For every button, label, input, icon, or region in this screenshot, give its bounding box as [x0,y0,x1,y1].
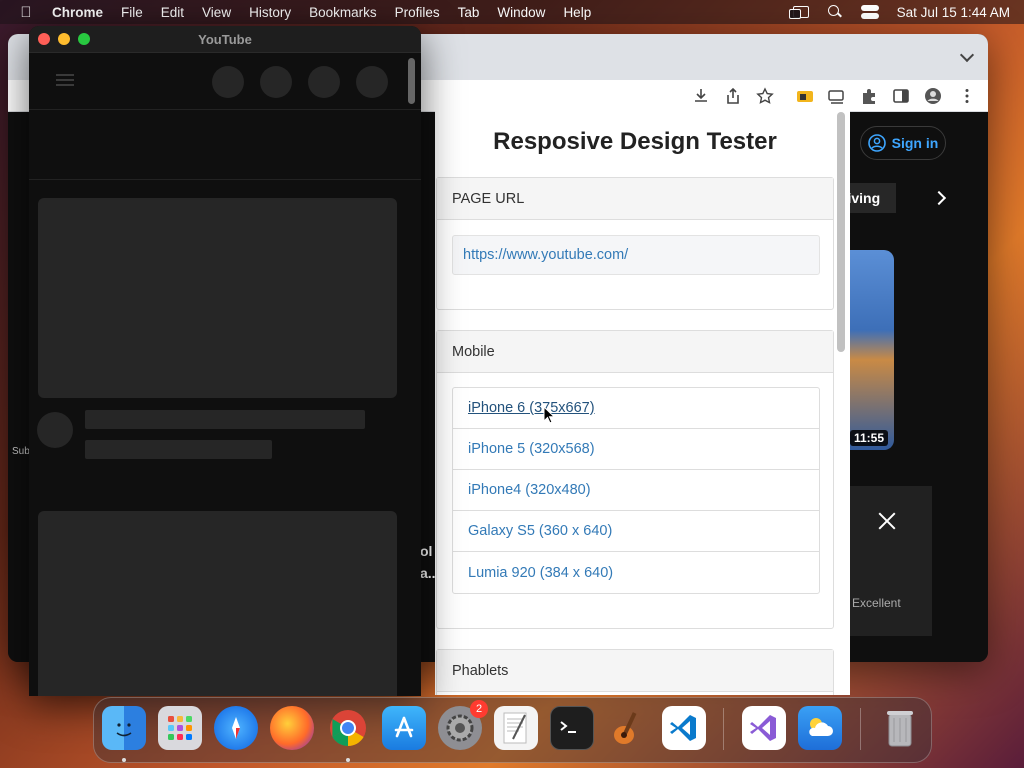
weather-icon[interactable] [798,706,842,750]
survey-rating-label[interactable]: Excellent [852,596,901,610]
menu-file[interactable]: File [121,5,143,20]
responsive-design-tester-popup: Resposive Design Tester PAGE URL https:/… [435,110,850,695]
page-url-card: PAGE URL https://www.youtube.com/ [436,177,834,310]
trash-icon[interactable] [878,706,922,750]
menu-bar-clock[interactable]: Sat Jul 15 1:44 AM [897,5,1010,20]
window-title-bar[interactable]: YouTube [29,26,421,53]
terminal-icon[interactable] [550,706,594,750]
visual-studio-icon[interactable] [742,706,786,750]
stage-manager-icon[interactable] [788,6,809,19]
dock: 2 [93,697,932,763]
header-placeholder-icon-1 [212,66,244,98]
chrome-icon[interactable] [326,706,370,750]
menu-bar:  Chrome File Edit View History Bookmark… [0,0,1024,24]
chrome-running-indicator [346,758,350,762]
menu-app-name[interactable]: Chrome [52,5,103,20]
finder-running-indicator [122,758,126,762]
bookmark-star-icon[interactable] [756,87,774,105]
control-center-icon[interactable] [860,5,879,19]
youtube-header-skeleton [29,54,421,110]
menu-help[interactable]: Help [563,5,591,20]
device-iphone-4[interactable]: iPhone4 (320x480) [453,470,819,511]
youtube-window-scrollbar[interactable] [408,58,415,104]
rdt-scrollbar[interactable] [837,112,845,352]
sign-in-button[interactable]: Sign in [860,126,946,160]
video-thumbnail-skeleton-2 [38,511,397,696]
profile-avatar-icon[interactable] [924,87,942,105]
menu-history[interactable]: History [249,5,291,20]
topic-chip[interactable]: riving [842,183,896,213]
chip-bar-skeleton [29,110,421,180]
device-iphone-6[interactable]: iPhone 6 (375x667) [453,388,819,429]
dock-separator-2 [860,708,861,750]
page-url-field[interactable]: https://www.youtube.com/ [452,235,820,275]
extensions-puzzle-icon[interactable] [860,87,878,105]
sidebar-partial-label: Sub [12,446,30,457]
account-circle-icon [867,134,886,152]
apple-menu-icon[interactable]:  [18,4,34,21]
settings-notification-badge: 2 [470,700,488,718]
video-thumbnail-skeleton [38,198,397,398]
garageband-icon[interactable] [606,706,650,750]
window-title: YouTube [198,32,252,47]
device-iphone-5[interactable]: iPhone 5 (320x568) [453,429,819,470]
extension-responsive-icon[interactable] [828,87,846,105]
device-galaxy-s5[interactable]: Galaxy S5 (360 x 640) [453,511,819,552]
phablets-card: Phablets [436,649,834,695]
close-icon[interactable] [878,512,896,530]
phablets-header[interactable]: Phablets [437,650,833,692]
vscode-icon[interactable] [662,706,706,750]
extension-rdt-icon[interactable] [796,87,814,105]
header-placeholder-icon-2 [260,66,292,98]
page-url-header: PAGE URL [437,178,833,220]
download-icon[interactable] [692,87,710,105]
video-duration-badge: 11:55 [850,430,889,446]
sign-in-label: Sign in [891,135,939,151]
mobile-header: Mobile [437,331,833,373]
header-placeholder-icon-3 [308,66,340,98]
app-store-icon[interactable] [382,706,426,750]
tab-search-chevron-icon[interactable] [959,47,975,63]
share-icon[interactable] [724,87,742,105]
video-title-skeleton [85,410,365,429]
menu-edit[interactable]: Edit [161,5,184,20]
menu-bookmarks[interactable]: Bookmarks [309,5,377,20]
video-meta-skeleton [85,440,272,459]
menu-profiles[interactable]: Profiles [395,5,440,20]
hamburger-menu-icon[interactable] [56,74,74,86]
system-settings-icon[interactable]: 2 [438,700,488,750]
textedit-icon[interactable] [494,706,538,750]
mobile-device-list: iPhone 6 (375x667) iPhone 5 (320x568) iP… [452,387,820,594]
mouse-pointer-icon [543,406,555,424]
finder-icon[interactable] [102,706,146,750]
menu-view[interactable]: View [202,5,231,20]
launchpad-icon[interactable] [158,706,202,750]
video-thumbnail[interactable] [850,250,894,450]
side-panel-icon[interactable] [892,87,910,105]
menu-tab[interactable]: Tab [458,5,480,20]
chrome-menu-icon[interactable] [958,87,976,105]
channel-avatar-skeleton [37,412,73,448]
menu-bar-status-area: Sat Jul 15 1:44 AM [788,0,1010,24]
survey-dialog: Excellent [850,486,932,636]
rdt-title: Resposive Design Tester [493,128,777,155]
youtube-popup-window: YouTube [29,26,421,696]
menu-window[interactable]: Window [497,5,545,20]
spotlight-search-icon[interactable] [827,5,843,19]
safari-icon[interactable] [214,706,258,750]
dock-separator [723,708,724,750]
device-lumia-920[interactable]: Lumia 920 (384 x 640) [453,552,819,593]
header-placeholder-icon-4 [356,66,388,98]
firefox-icon[interactable] [270,706,314,750]
mobile-card: Mobile iPhone 6 (375x667) iPhone 5 (320x… [436,330,834,629]
